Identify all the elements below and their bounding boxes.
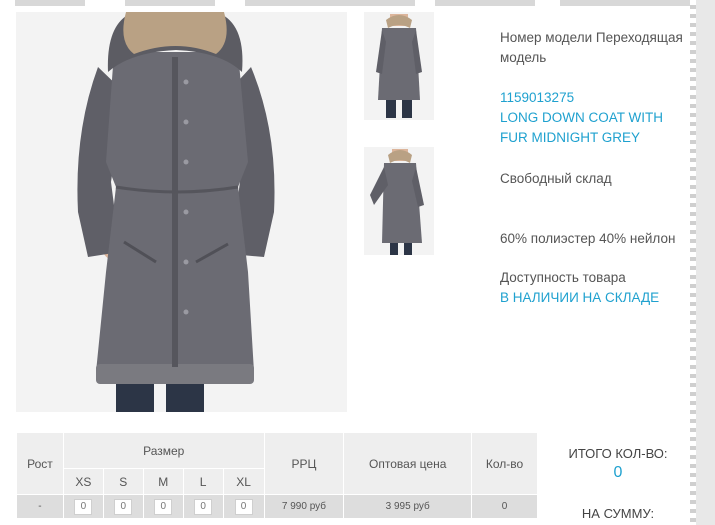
row-height-value: - (16, 494, 64, 519)
total-qty-value: 0 (613, 464, 623, 481)
total-sum-label: НА СУММУ: (581, 506, 655, 521)
previous-row-strip (15, 0, 690, 6)
availability-label: Доступность товара (500, 270, 626, 285)
size-xs-cell: 0 (62, 494, 104, 519)
size-xl-header: XL (222, 468, 265, 495)
row-qty-value: 0 (471, 494, 538, 519)
product-name-link[interactable]: LONG DOWN COAT WITH FUR MIDNIGHT GREY (500, 108, 690, 148)
row-wholesale-value: 3 995 руб (343, 494, 473, 519)
col-size: Размер (62, 432, 265, 469)
product-thumbnail-front[interactable] (364, 12, 434, 120)
col-height: Рост (16, 432, 64, 495)
page-dotted-border (690, 0, 696, 525)
col-rrp: РРЦ (263, 432, 345, 495)
size-l-qty-input[interactable]: 0 (194, 498, 213, 515)
product-composition: 60% полиэстер 40% нейлон (500, 231, 676, 246)
size-xs-qty-input[interactable]: 0 (74, 498, 93, 515)
size-xl-cell: 0 (222, 494, 265, 519)
product-main-photo[interactable] (16, 12, 347, 412)
size-s-qty-input[interactable]: 0 (114, 498, 133, 515)
col-qty: Кол-во (471, 432, 538, 495)
product-thumbnail-side[interactable] (364, 147, 434, 255)
size-m-header: M (142, 468, 184, 495)
coat-model-illustration (77, 12, 275, 412)
product-article-link[interactable]: 1159013275 (500, 88, 690, 108)
availability-status: В НАЛИЧИИ НА СКЛАДЕ (500, 290, 660, 305)
thumbnail-side-illustration (370, 149, 424, 255)
size-m-qty-input[interactable]: 0 (154, 498, 173, 515)
product-fit: Свободный склад (500, 171, 612, 186)
size-l-header: L (182, 468, 224, 495)
row-rrp-value: 7 990 руб (263, 494, 345, 519)
col-wholesale: Оптовая цена (343, 432, 473, 495)
size-xl-qty-input[interactable]: 0 (234, 498, 253, 515)
total-qty-label: ИТОГО КОЛ-ВО: (568, 446, 668, 461)
order-table: Рост Размер РРЦ Оптовая цена Кол-во XS S… (16, 432, 538, 519)
size-m-cell: 0 (142, 494, 184, 519)
model-number-label: Номер модели Переходящая модель (500, 30, 683, 65)
thumbnail-front-illustration (376, 14, 422, 118)
table-row: - 0 0 0 0 0 7 990 руб 3 995 руб 0 (16, 494, 538, 519)
size-s-header: S (102, 468, 144, 495)
size-xs-header: XS (62, 468, 104, 495)
size-s-cell: 0 (102, 494, 144, 519)
size-l-cell: 0 (182, 494, 224, 519)
